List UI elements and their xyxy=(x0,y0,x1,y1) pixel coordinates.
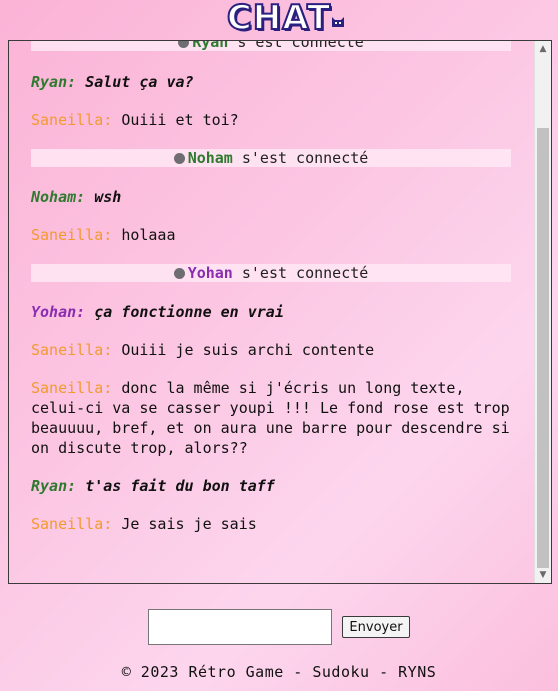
message-text: Ouiii je suis archi contente xyxy=(121,341,375,359)
message-list: Ryan s'est connecté Ryan: Salut ça va? S… xyxy=(9,41,535,583)
scroll-up-arrow-icon[interactable]: ▲ xyxy=(535,41,551,57)
message-user: Saneilla: xyxy=(31,515,113,533)
notice-user: Ryan xyxy=(192,41,229,51)
chat-message: Saneilla: Ouiii je suis archi contente xyxy=(31,340,511,360)
message-user: Saneilla: xyxy=(31,341,113,359)
connection-notice: Noham s'est connecté xyxy=(31,149,511,167)
notice-text: s'est connecté xyxy=(232,264,369,282)
message-user: Saneilla: xyxy=(31,111,113,129)
message-user: Noham: xyxy=(31,188,86,206)
logo-box: CHAT xyxy=(221,0,345,38)
chat-message: Yohan: ça fonctionne en vrai xyxy=(31,302,511,322)
chat-message: Saneilla: donc la même si j'écris un lon… xyxy=(31,378,511,458)
footer-text: © 2023 Rétro Game - Sudoku - RYNS xyxy=(121,663,437,681)
connection-notice: Ryan s'est connecté xyxy=(31,41,511,51)
notice-text: s'est connecté xyxy=(232,149,369,167)
message-input[interactable] xyxy=(148,609,333,645)
chat-message: Saneilla: holaaa xyxy=(31,225,511,245)
chat-box: Ryan s'est connecté Ryan: Salut ça va? S… xyxy=(8,40,552,584)
message-form: Envoyer xyxy=(0,607,558,647)
message-text: t'as fait du bon taff xyxy=(85,477,275,495)
message-user: Yohan: xyxy=(31,303,86,321)
chat-message: Ryan: Salut ça va? xyxy=(31,72,511,92)
scroll-down-arrow-icon[interactable]: ▼ xyxy=(535,567,551,583)
chat-message: Noham: wsh xyxy=(31,187,511,207)
notice-user: Yohan xyxy=(187,264,233,282)
scrollbar[interactable]: ▲ ▼ xyxy=(534,41,551,583)
message-user: Saneilla: xyxy=(31,379,113,397)
cat-icon xyxy=(332,17,345,27)
logo-text: CHAT xyxy=(226,0,332,38)
notice-text: s'est connecté xyxy=(228,41,364,51)
send-button[interactable]: Envoyer xyxy=(342,616,410,638)
message-user: Saneilla: xyxy=(31,226,113,244)
message-user: Ryan: xyxy=(31,73,77,91)
notice-user: Noham xyxy=(187,149,233,167)
message-text: Salut ça va? xyxy=(85,73,194,91)
status-dot-icon xyxy=(173,268,185,279)
chat-message: Saneilla: Ouiii et toi? xyxy=(31,110,511,130)
chat-message: Saneilla: Je sais je sais xyxy=(31,514,511,534)
chat-message: Ryan: t'as fait du bon taff xyxy=(31,476,511,496)
status-dot-icon xyxy=(178,41,190,48)
status-dot-icon xyxy=(173,153,185,164)
connection-notice: Yohan s'est connecté xyxy=(31,264,511,282)
message-text: wsh xyxy=(94,188,122,206)
message-text: Je sais je sais xyxy=(121,515,257,533)
logo: CHAT xyxy=(0,0,558,40)
message-text: Ouiii et toi? xyxy=(121,111,239,129)
message-user: Ryan: xyxy=(31,477,77,495)
scrollbar-thumb[interactable] xyxy=(537,128,549,568)
message-text: holaaa xyxy=(121,226,176,244)
message-text: ça fonctionne en vrai xyxy=(94,303,284,321)
